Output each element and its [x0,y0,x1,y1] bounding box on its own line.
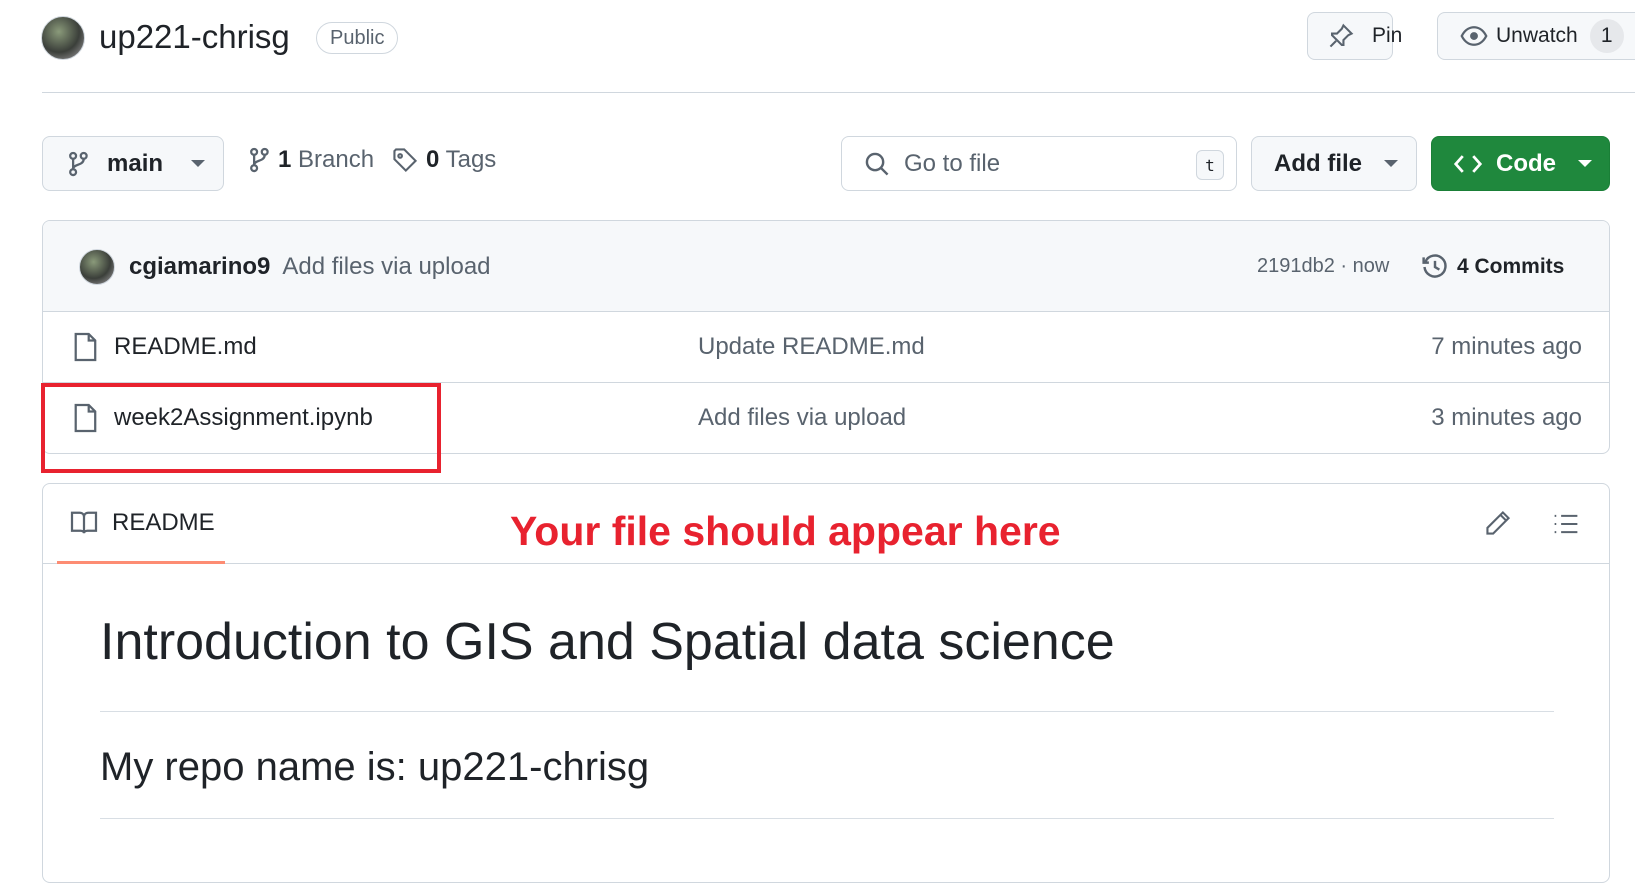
pin-icon [1328,23,1354,49]
book-icon [70,511,98,535]
branch-icon [67,151,89,177]
readme-h2: My repo name is: up221-chrisg [100,745,650,789]
annotation-text: Your file should appear here [510,508,1061,554]
go-to-file-input[interactable]: Go to file t [841,136,1237,191]
search-icon [864,151,890,177]
file-name[interactable]: README.md [114,333,257,361]
outline-icon[interactable] [1553,512,1579,536]
pin-button[interactable]: Pin [1307,12,1402,60]
add-file-button[interactable]: Add file [1251,136,1417,191]
highlight-box [41,383,441,473]
unwatch-button[interactable]: Unwatch 1 [1437,12,1635,60]
commit-author[interactable]: cgiamarino9 [129,253,270,281]
code-icon [1454,153,1482,175]
commits-link[interactable]: 4 Commits [1421,253,1564,281]
file-row[interactable]: README.md Update README.md 7 minutes ago [42,311,1610,382]
shortcut-key: t [1196,150,1224,180]
branch-icon [248,147,270,173]
file-time: 3 minutes ago [1431,404,1582,431]
file-commit-message[interactable]: Update README.md [698,333,925,361]
chevron-down-icon [1384,160,1398,167]
file-time: 7 minutes ago [1431,333,1582,360]
chevron-down-icon [1578,160,1592,167]
branch-select[interactable]: main [42,136,224,191]
history-icon [1421,253,1449,281]
latest-commit-bar: cgiamarino9 Add files via upload 2191db2… [43,221,1609,312]
watch-count: 1 [1589,19,1624,53]
chevron-down-icon [191,160,206,167]
readme-h1: Introduction to GIS and Spatial data sci… [100,613,1115,671]
h1-divider [100,711,1554,712]
tags-link[interactable]: 0 Tags [392,146,496,174]
edit-icon[interactable] [1485,510,1511,536]
tab-readme[interactable]: README [57,484,225,564]
author-avatar [79,248,115,285]
commit-message[interactable]: Add files via upload [282,253,490,281]
commit-time: now [1352,255,1390,277]
tag-icon [392,147,418,173]
file-icon [72,332,98,362]
visibility-badge: Public [316,22,399,54]
commit-sha[interactable]: 2191db2 [1257,255,1335,277]
eye-icon [1460,25,1488,47]
code-button[interactable]: Code [1431,136,1610,191]
header-divider [42,92,1635,93]
repo-name[interactable]: up221-chrisg [99,16,290,58]
branches-link[interactable]: 1 Branch [248,146,374,174]
owner-avatar[interactable] [41,16,85,60]
file-commit-message[interactable]: Add files via upload [698,404,906,432]
h2-divider [100,818,1554,819]
